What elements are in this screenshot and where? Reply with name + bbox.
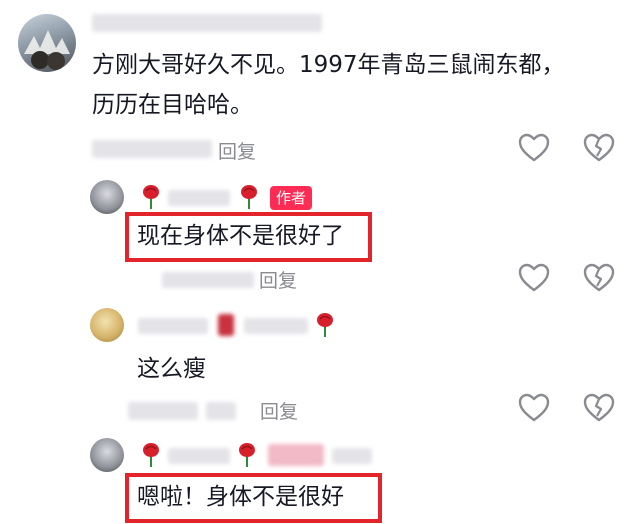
rose-emoji-icon	[140, 184, 162, 210]
date-location-blurred	[92, 140, 212, 158]
rose-emoji-icon	[238, 184, 260, 210]
dislike-broken-heart-icon[interactable]	[582, 131, 616, 165]
reply-text: 这么瘦	[137, 356, 206, 382]
username-blurred[interactable]	[92, 14, 322, 32]
reply-avatar[interactable]	[90, 180, 124, 214]
reply-avatar[interactable]	[90, 438, 124, 472]
comment-text-line-1: 方刚大哥好久不见。1997年青岛三鼠闹东都，	[92, 52, 565, 78]
reply-avatar[interactable]	[90, 308, 124, 342]
reply-button[interactable]: 回复	[260, 397, 298, 424]
like-heart-icon[interactable]	[517, 261, 551, 295]
author-badge: 作者	[270, 186, 313, 210]
author-name-blurred[interactable]	[168, 190, 230, 206]
reply-text: 嗯啦！身体不是很好	[137, 484, 344, 510]
username-blurred[interactable]	[138, 318, 208, 334]
comment-text-line-2: 历历在目哈哈。	[92, 92, 253, 118]
date-location-blurred	[162, 272, 254, 288]
username-blurred	[218, 314, 234, 336]
like-heart-icon[interactable]	[517, 131, 551, 165]
author-name-blurred[interactable]	[168, 448, 230, 464]
rose-emoji-icon	[314, 312, 336, 338]
author-badge-blurred	[268, 444, 324, 466]
dislike-broken-heart-icon[interactable]	[582, 391, 616, 425]
username-blurred	[332, 448, 372, 464]
reply-button[interactable]: 回复	[218, 137, 256, 164]
like-heart-icon[interactable]	[517, 391, 551, 425]
date-location-blurred	[128, 402, 198, 420]
rose-emoji-icon	[140, 442, 162, 468]
dislike-broken-heart-icon[interactable]	[582, 261, 616, 295]
reply-text: 现在身体不是很好了	[137, 223, 344, 249]
username-blurred[interactable]	[244, 318, 308, 334]
user-avatar[interactable]	[18, 14, 76, 72]
rose-emoji-icon	[236, 442, 258, 468]
date-location-blurred	[206, 402, 236, 420]
reply-button[interactable]: 回复	[259, 266, 297, 293]
